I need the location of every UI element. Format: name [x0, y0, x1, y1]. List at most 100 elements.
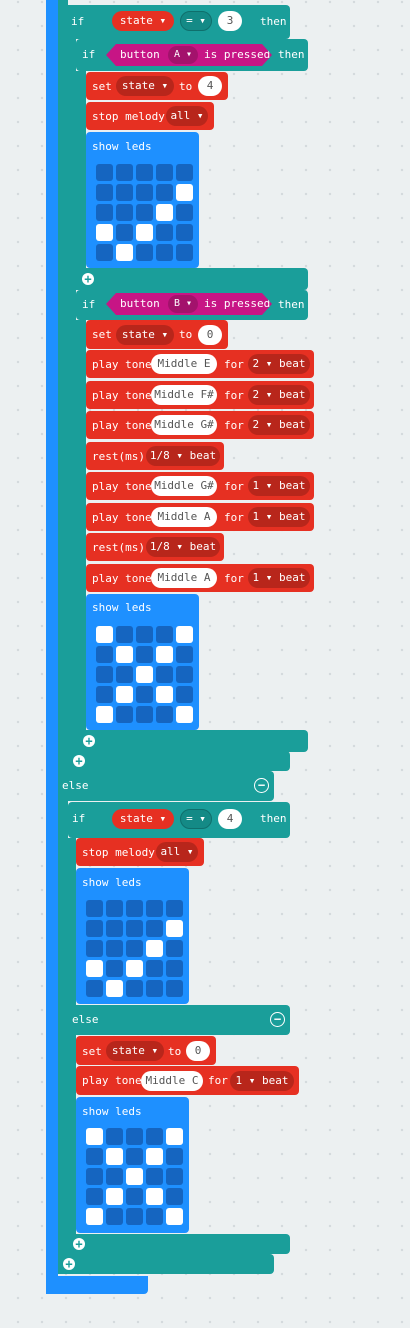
led-off[interactable]	[146, 960, 163, 977]
remove-else-icon[interactable]: −	[254, 778, 269, 793]
led-off[interactable]	[86, 940, 103, 957]
led-off[interactable]	[116, 666, 133, 683]
state-variable-dropdown[interactable]: state ▾	[112, 809, 174, 829]
led-off[interactable]	[166, 960, 183, 977]
led-off[interactable]	[166, 1148, 183, 1165]
led-off[interactable]	[166, 900, 183, 917]
led-off[interactable]	[126, 1208, 143, 1225]
led-off[interactable]	[86, 900, 103, 917]
led-off[interactable]	[176, 686, 193, 703]
led-on[interactable]	[96, 626, 113, 643]
led-on[interactable]	[86, 960, 103, 977]
led-on[interactable]	[136, 224, 153, 241]
add-branch-icon[interactable]: +	[73, 755, 85, 767]
remove-else-icon[interactable]: −	[270, 1012, 285, 1027]
led-off[interactable]	[116, 626, 133, 643]
led-grid[interactable]	[96, 164, 193, 261]
led-off[interactable]	[96, 184, 113, 201]
note-dropdown[interactable]: Middle A	[151, 568, 217, 588]
led-off[interactable]	[136, 646, 153, 663]
led-on[interactable]	[156, 646, 173, 663]
note-dropdown[interactable]: Middle E	[151, 354, 217, 374]
add-else-icon[interactable]: +	[83, 735, 95, 747]
led-on[interactable]	[146, 1148, 163, 1165]
led-on[interactable]	[96, 224, 113, 241]
set-value-input[interactable]: 4	[198, 76, 222, 96]
beat-dropdown[interactable]: 1 ▾ beat	[248, 507, 310, 527]
led-off[interactable]	[86, 1188, 103, 1205]
led-grid[interactable]	[86, 900, 183, 997]
add-else-icon[interactable]: +	[82, 273, 94, 285]
led-off[interactable]	[166, 1168, 183, 1185]
led-on[interactable]	[146, 1188, 163, 1205]
led-off[interactable]	[176, 224, 193, 241]
led-off[interactable]	[176, 666, 193, 683]
led-off[interactable]	[156, 706, 173, 723]
led-off[interactable]	[96, 666, 113, 683]
led-grid[interactable]	[96, 626, 193, 723]
led-off[interactable]	[146, 900, 163, 917]
operator-dropdown[interactable]: = ▾	[180, 809, 212, 829]
note-dropdown[interactable]: Middle G#	[151, 476, 217, 496]
beat-dropdown[interactable]: 2 ▾ beat	[248, 415, 310, 435]
led-off[interactable]	[156, 164, 173, 181]
led-off[interactable]	[136, 164, 153, 181]
state-variable-dropdown[interactable]: state ▾	[106, 1041, 164, 1061]
led-off[interactable]	[126, 920, 143, 937]
if-state-3-block[interactable]	[58, 5, 290, 39]
led-on[interactable]	[156, 204, 173, 221]
beat-dropdown[interactable]: 1 ▾ beat	[248, 476, 310, 496]
led-on[interactable]	[126, 1168, 143, 1185]
led-off[interactable]	[106, 900, 123, 917]
led-off[interactable]	[156, 626, 173, 643]
led-off[interactable]	[96, 646, 113, 663]
led-off[interactable]	[86, 1148, 103, 1165]
rest-duration-dropdown[interactable]: 1/8 ▾ beat	[146, 446, 220, 466]
led-off[interactable]	[106, 1128, 123, 1145]
led-off[interactable]	[156, 224, 173, 241]
led-on[interactable]	[176, 706, 193, 723]
led-off[interactable]	[176, 646, 193, 663]
led-off[interactable]	[136, 626, 153, 643]
add-branch-icon[interactable]: +	[73, 1238, 85, 1250]
set-value-input[interactable]: 0	[186, 1041, 210, 1061]
led-off[interactable]	[106, 1208, 123, 1225]
led-off[interactable]	[126, 940, 143, 957]
led-off[interactable]	[126, 1148, 143, 1165]
state-variable-dropdown[interactable]: state ▾	[116, 76, 174, 96]
button-b-pressed-condition[interactable]: button B ▾ is pressed	[106, 293, 272, 315]
led-off[interactable]	[116, 706, 133, 723]
button-a-pressed-condition[interactable]: button A ▾ is pressed	[106, 44, 272, 66]
led-off[interactable]	[166, 940, 183, 957]
note-dropdown[interactable]: Middle G#	[151, 415, 217, 435]
beat-dropdown[interactable]: 2 ▾ beat	[248, 354, 310, 374]
led-on[interactable]	[146, 940, 163, 957]
melody-option-dropdown[interactable]: all ▾	[156, 842, 198, 862]
led-off[interactable]	[96, 204, 113, 221]
led-on[interactable]	[96, 706, 113, 723]
led-off[interactable]	[146, 1128, 163, 1145]
led-off[interactable]	[126, 1128, 143, 1145]
note-dropdown[interactable]: Middle A	[151, 507, 217, 527]
led-off[interactable]	[146, 1168, 163, 1185]
led-off[interactable]	[156, 244, 173, 261]
led-off[interactable]	[146, 1208, 163, 1225]
compare-value-input[interactable]: 3	[218, 11, 242, 31]
note-dropdown[interactable]: Middle C	[141, 1071, 203, 1091]
melody-option-dropdown[interactable]: all ▾	[166, 106, 208, 126]
note-dropdown[interactable]: Middle F#	[151, 385, 217, 405]
led-off[interactable]	[86, 980, 103, 997]
led-off[interactable]	[86, 920, 103, 937]
led-off[interactable]	[86, 1168, 103, 1185]
led-off[interactable]	[106, 940, 123, 957]
led-off[interactable]	[126, 900, 143, 917]
led-on[interactable]	[136, 666, 153, 683]
led-off[interactable]	[136, 184, 153, 201]
led-on[interactable]	[126, 960, 143, 977]
led-on[interactable]	[116, 686, 133, 703]
led-on[interactable]	[116, 244, 133, 261]
led-off[interactable]	[166, 1188, 183, 1205]
add-else-if-icon[interactable]: +	[63, 1258, 75, 1270]
led-on[interactable]	[166, 1208, 183, 1225]
led-off[interactable]	[136, 686, 153, 703]
